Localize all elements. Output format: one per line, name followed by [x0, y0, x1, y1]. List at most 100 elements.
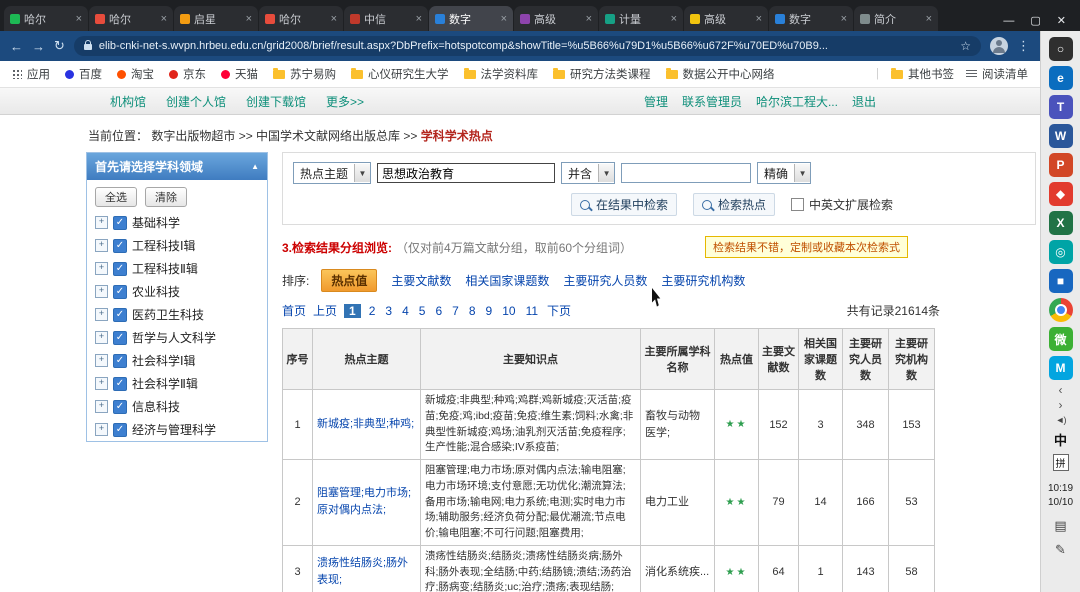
subject-item[interactable]: +✓社会科学Ⅰ辑	[87, 349, 267, 372]
checked-checkbox-icon[interactable]: ✓	[113, 354, 127, 368]
bookmark-item[interactable]: 淘宝	[117, 66, 154, 82]
chrome-icon[interactable]	[1049, 298, 1073, 322]
wechat-icon[interactable]: 微	[1049, 327, 1073, 351]
pagination-page[interactable]: 2	[367, 304, 378, 318]
expand-icon[interactable]: +	[95, 400, 108, 413]
sort-option[interactable]: 主要研究人员数	[563, 272, 647, 289]
save-search-tip[interactable]: 检索结果不错，定制或收藏本次检索式	[705, 236, 908, 258]
pagination-page[interactable]: 5	[417, 304, 428, 318]
language-indicator[interactable]: 中	[1054, 430, 1067, 449]
subject-item[interactable]: +✓经济与管理科学	[87, 418, 267, 441]
powerpoint-icon[interactable]: P	[1049, 153, 1073, 177]
bookmark-item[interactable]: 京东	[169, 66, 206, 82]
checked-checkbox-icon[interactable]: ✓	[113, 377, 127, 391]
expand-icon[interactable]: +	[95, 354, 108, 367]
pagination-page[interactable]: 3	[383, 304, 394, 318]
browser-tab[interactable]: 中信×	[344, 6, 428, 31]
subject-item[interactable]: +✓基础科学	[87, 211, 267, 234]
reload-icon[interactable]: ↻	[54, 38, 65, 54]
tab-close-icon[interactable]: ×	[161, 13, 167, 25]
bookmark-star-icon[interactable]: ☆	[960, 39, 971, 53]
taskbar-clock[interactable]: 10:19 10/10	[1048, 482, 1073, 509]
expand-icon[interactable]: +	[95, 377, 108, 390]
browser-tab[interactable]: 哈尔×	[89, 6, 173, 31]
search-hotspot-button[interactable]: 检索热点	[693, 193, 775, 216]
browser-tab[interactable]: 计量×	[599, 6, 683, 31]
bookmark-item[interactable]: 应用	[12, 66, 50, 82]
checked-checkbox-icon[interactable]: ✓	[113, 285, 127, 299]
back-icon[interactable]: ←	[10, 39, 23, 54]
subject-item[interactable]: +✓农业科技	[87, 280, 267, 303]
search-app-icon[interactable]: ○	[1049, 37, 1073, 61]
checked-checkbox-icon[interactable]: ✓	[113, 262, 127, 276]
browser-tab[interactable]: 简介×	[854, 6, 938, 31]
window-minimize-button[interactable]: —	[1003, 15, 1014, 27]
bookmark-item[interactable]: 天猫	[221, 66, 258, 82]
word-icon[interactable]: W	[1049, 124, 1073, 148]
expand-icon[interactable]: +	[95, 331, 108, 344]
checked-checkbox-icon[interactable]: ✓	[113, 239, 127, 253]
notes-icon[interactable]: ▤	[1054, 518, 1066, 534]
pen-icon[interactable]: ✎	[1055, 542, 1066, 558]
cell-topic[interactable]: 新城疫;非典型;种鸡;	[313, 390, 421, 460]
bookmark-item[interactable]: 阅读清单	[966, 66, 1028, 82]
expand-icon[interactable]: +	[95, 423, 108, 436]
sort-option[interactable]: 相关国家课题数	[465, 272, 549, 289]
ime-indicator[interactable]: 拼	[1053, 454, 1069, 471]
pagination-page[interactable]: 7	[450, 304, 461, 318]
bookmark-item[interactable]: 百度	[65, 66, 102, 82]
pagination-next[interactable]: 下页	[547, 302, 571, 319]
window-close-button[interactable]: ✕	[1057, 14, 1066, 27]
cell-topic[interactable]: 溃疡性结肠炎;肠外表现;	[313, 545, 421, 592]
browser-tab[interactable]: 高级×	[684, 6, 768, 31]
browser-tab[interactable]: 数字×	[769, 6, 853, 31]
breadcrumb-path[interactable]: 数字出版物超市 >> 中国学术文献网络出版总库 >>	[151, 129, 417, 143]
edge-icon[interactable]: e	[1049, 66, 1073, 90]
search-input-2[interactable]	[621, 163, 751, 183]
sort-option[interactable]: 主要研究机构数	[661, 272, 745, 289]
checked-checkbox-icon[interactable]: ✓	[113, 423, 127, 437]
tab-close-icon[interactable]: ×	[246, 13, 252, 25]
browser-tab[interactable]: 高级×	[514, 6, 598, 31]
search-input[interactable]	[377, 163, 555, 183]
bookmark-item[interactable]: 心仪研究生大学	[351, 66, 449, 82]
logic-select[interactable]: 并含 ▼	[561, 162, 615, 184]
url-field[interactable]: elib-cnki-net-s.wvpn.hrbeu.edu.cn/grid20…	[74, 36, 981, 56]
tab-close-icon[interactable]: ×	[331, 13, 337, 25]
chevron-left-icon[interactable]: ‹	[1059, 385, 1063, 395]
excel-icon[interactable]: X	[1049, 211, 1073, 235]
sidebar-header[interactable]: 首先请选择学科领域 ▲	[87, 153, 267, 180]
bookmark-item[interactable]: 研究方法类课程	[553, 66, 651, 82]
match-select[interactable]: 精确 ▼	[757, 162, 811, 184]
browser-tab[interactable]: 启星×	[174, 6, 258, 31]
expand-icon[interactable]: +	[95, 239, 108, 252]
browser-menu-icon[interactable]: ⋮	[1017, 38, 1030, 54]
sort-option[interactable]: 主要文献数	[391, 272, 451, 289]
pagination-page[interactable]: 1	[344, 304, 361, 318]
expand-icon[interactable]: +	[95, 216, 108, 229]
bookmark-item[interactable]: 苏宁易购	[273, 66, 336, 82]
blue-app-icon[interactable]: ■	[1049, 269, 1073, 293]
bookmark-item[interactable]: 法学资料库	[464, 66, 539, 82]
expand-icon[interactable]: +	[95, 308, 108, 321]
select-all-button[interactable]: 全选	[95, 187, 137, 207]
tab-close-icon[interactable]: ×	[416, 13, 422, 25]
site-nav-link[interactable]: 管理	[644, 93, 668, 110]
window-maximize-button[interactable]: ▢	[1030, 14, 1040, 27]
browser-tab[interactable]: 哈尔×	[4, 6, 88, 31]
tab-close-icon[interactable]: ×	[671, 13, 677, 25]
checked-checkbox-icon[interactable]: ✓	[113, 308, 127, 322]
site-nav-link[interactable]: 更多>>	[326, 93, 364, 110]
msn-icon[interactable]: M	[1049, 356, 1073, 380]
site-nav-link[interactable]: 哈尔滨工程大...	[756, 93, 838, 110]
pagination-prev[interactable]: 上页	[313, 302, 337, 319]
subject-item[interactable]: +✓信息科技	[87, 395, 267, 418]
pagination-first[interactable]: 首页	[282, 302, 306, 319]
tab-close-icon[interactable]: ×	[926, 13, 932, 25]
pagination-page[interactable]: 8	[467, 304, 478, 318]
subject-item[interactable]: +✓社会科学Ⅱ辑	[87, 372, 267, 395]
browser-tab[interactable]: 数字×	[429, 6, 513, 31]
checked-checkbox-icon[interactable]: ✓	[113, 400, 127, 414]
chevron-right-icon[interactable]: ›	[1059, 400, 1063, 410]
collapse-icon[interactable]: ▲	[251, 162, 259, 171]
